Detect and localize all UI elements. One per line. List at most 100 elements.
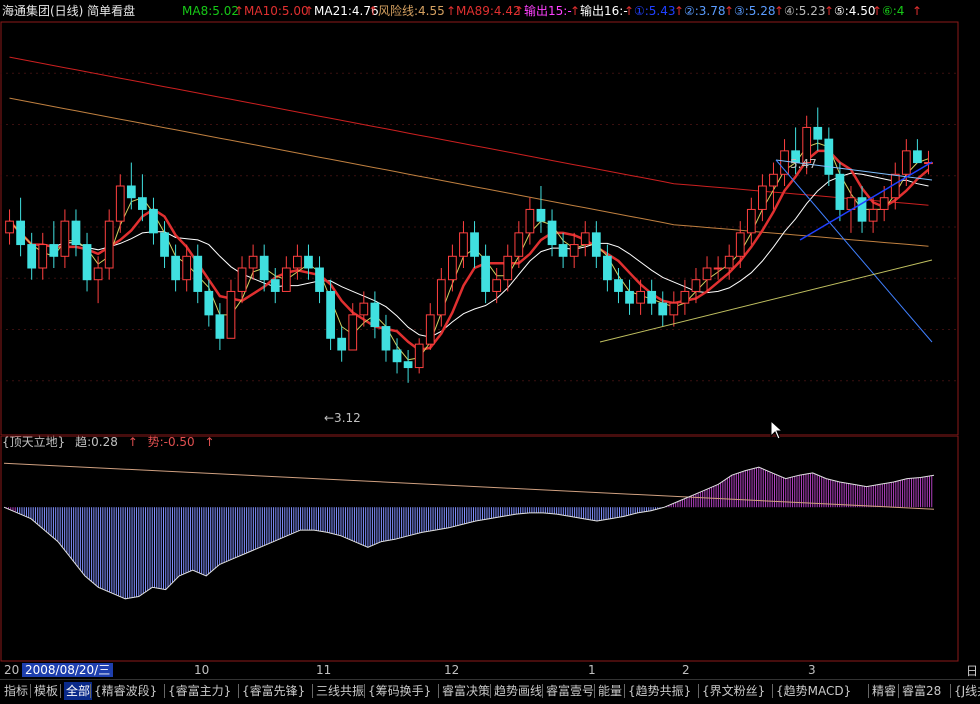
candle-body — [270, 279, 280, 292]
tab-2[interactable]: 全部 — [64, 682, 93, 700]
tab-3[interactable]: {精睿波段} — [94, 682, 157, 700]
candle-body — [27, 244, 37, 269]
candle-body — [591, 232, 601, 257]
tab-9[interactable]: 趋势画线 — [494, 682, 542, 700]
tab-13[interactable]: {界文粉丝} — [702, 682, 765, 700]
tab-14[interactable]: {趋势MACD} — [776, 682, 851, 700]
tab-11[interactable]: 能量 — [598, 682, 622, 700]
candle-body — [702, 267, 712, 281]
tab-7[interactable]: {筹码换手} — [368, 682, 431, 700]
ma21-line — [9, 172, 929, 338]
candle-body — [215, 314, 225, 339]
candle-body — [337, 337, 347, 351]
tab-separator — [312, 684, 313, 698]
candle-body — [691, 279, 701, 292]
candle-body — [38, 244, 48, 269]
tab-separator — [624, 684, 625, 698]
tab-separator — [90, 684, 91, 698]
price-chart[interactable]: ←3.12 5.47 — [0, 0, 960, 436]
candle-body — [248, 255, 258, 269]
candle-body — [758, 185, 767, 210]
candle-body — [459, 232, 468, 257]
tab-separator — [490, 684, 491, 698]
candle-body — [835, 173, 845, 210]
tab-separator — [698, 684, 699, 698]
tab-10[interactable]: 睿富壹号 — [546, 682, 594, 700]
tab-0[interactable]: 指标 — [4, 682, 28, 700]
axis-tick-label: 3 — [808, 663, 816, 677]
axis-tick-label: 12 — [444, 663, 460, 677]
candle-body — [580, 232, 590, 246]
candle-body — [503, 255, 513, 281]
candle-body — [525, 208, 535, 234]
axis-tick-label: 1 — [588, 663, 596, 677]
tab-separator — [238, 684, 239, 698]
tab-separator — [898, 684, 899, 698]
tab-separator — [594, 684, 595, 698]
tab-separator — [950, 684, 951, 698]
candle-body — [813, 126, 823, 140]
candle-body — [403, 361, 413, 369]
candle-body — [448, 255, 457, 281]
tab-8[interactable]: 睿富决策 — [442, 682, 490, 700]
stock-chart-window: 海通集团(日线) 简单看盘 MA8:5.02 ↑ MA10:5.00 ↑ MA21:4.… — [0, 0, 980, 704]
tab-5[interactable]: {睿富先锋} — [242, 682, 305, 700]
candle-body — [680, 290, 690, 304]
candle-body — [348, 314, 358, 351]
candle-body — [126, 185, 136, 199]
candle-body — [724, 255, 734, 269]
tab-separator — [60, 684, 61, 698]
cursor-date-label: 2008/08/20/三 — [22, 663, 114, 677]
candle-body — [93, 267, 103, 281]
candle-body — [182, 255, 192, 281]
tab-17[interactable]: {J线共振} — [954, 682, 980, 700]
candle-body — [713, 267, 723, 270]
candle-body — [82, 244, 92, 281]
tab-6[interactable]: 三线共振 — [316, 682, 364, 700]
candle-body — [5, 220, 14, 234]
candle-body — [370, 302, 380, 328]
tab-15[interactable]: 精睿 — [872, 682, 896, 700]
candle-body — [636, 290, 645, 304]
candle-body — [901, 150, 911, 175]
tab-1[interactable]: 模板 — [34, 682, 58, 700]
axis-tick-label: 2 — [682, 663, 690, 677]
candle-body — [304, 255, 313, 269]
candle-body — [647, 290, 657, 304]
axis-tick-label: 10 — [194, 663, 210, 677]
up-trendline — [799, 161, 933, 241]
axis-tick-label: 11 — [316, 663, 332, 677]
tab-12[interactable]: {趋势共振} — [628, 682, 691, 700]
tab-16[interactable]: 睿富28 — [902, 682, 941, 700]
candle-body — [60, 220, 70, 257]
ma10-line — [8, 149, 930, 352]
candle-body — [193, 255, 203, 292]
candle-body — [381, 326, 391, 351]
candle-body — [913, 150, 922, 164]
candle-body — [769, 173, 778, 187]
tab-separator — [868, 684, 869, 698]
price-chart-frame — [0, 21, 959, 436]
candle-body — [237, 267, 247, 292]
mouse-cursor-icon — [770, 420, 784, 440]
candle-body — [104, 220, 114, 269]
candle-body — [115, 185, 125, 222]
candle-body — [425, 314, 435, 345]
tab-4[interactable]: {睿富主力} — [168, 682, 231, 700]
axis-start-stub: 20 — [4, 663, 20, 677]
tab-separator — [164, 684, 165, 698]
candle-body — [149, 208, 158, 234]
tab-separator — [438, 684, 439, 698]
candle-body — [204, 290, 214, 316]
candle-body — [138, 197, 147, 210]
candle-body — [824, 138, 834, 175]
low-price-label: ←3.12 — [324, 411, 361, 425]
candle-body — [16, 220, 25, 246]
candle-body — [481, 255, 490, 292]
period-label[interactable]: 日 — [966, 662, 978, 679]
candle-body — [492, 279, 502, 292]
indicator-chart[interactable] — [0, 436, 960, 662]
candle-body — [780, 150, 789, 175]
candle-body — [625, 290, 634, 304]
tab-separator — [542, 684, 543, 698]
